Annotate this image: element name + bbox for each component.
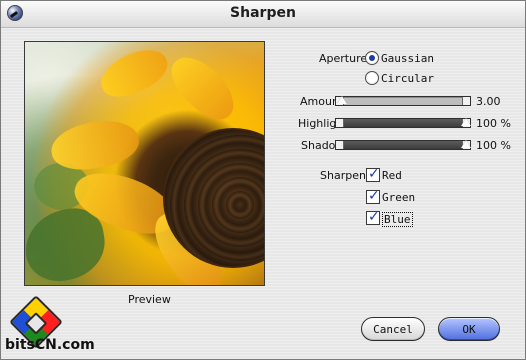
aperture-label: Aperture: bbox=[319, 52, 371, 65]
amount-slider-right-cap bbox=[462, 97, 470, 105]
preview-petal-5 bbox=[161, 46, 245, 130]
preview-image bbox=[24, 41, 265, 286]
preview-label: Preview bbox=[128, 293, 171, 306]
shadow-slider-fill bbox=[336, 141, 470, 149]
shadow-slider-left-cap bbox=[336, 141, 344, 149]
shadow-value: 100 % bbox=[476, 139, 511, 152]
highlight-slider-thumb[interactable] bbox=[460, 117, 470, 129]
shadow-slider[interactable] bbox=[335, 140, 471, 150]
amount-value: 3.00 bbox=[476, 95, 501, 108]
sharpen-blue-label: Blue bbox=[382, 212, 413, 227]
cancel-button[interactable]: Cancel bbox=[361, 317, 425, 341]
aperture-circular-label: Circular bbox=[381, 72, 434, 85]
aperture-gaussian-label: Gaussian bbox=[381, 52, 434, 65]
sharpen-green-label: Green bbox=[382, 191, 416, 204]
sharpen-green-checkbox[interactable] bbox=[366, 188, 380, 204]
window-title: Sharpen bbox=[230, 5, 296, 21]
highlight-slider[interactable] bbox=[335, 118, 471, 128]
preview-petal-2 bbox=[47, 114, 143, 176]
highlight-slider-fill bbox=[336, 119, 470, 127]
amount-slider-thumb[interactable] bbox=[336, 95, 346, 107]
aperture-circular-radio[interactable] bbox=[365, 71, 379, 85]
sharpen-blue-checkbox[interactable] bbox=[366, 209, 380, 225]
aperture-gaussian-radio[interactable] bbox=[365, 51, 379, 65]
shadow-slider-thumb[interactable] bbox=[460, 139, 470, 151]
amount-slider[interactable] bbox=[335, 96, 471, 106]
highlight-value: 100 % bbox=[476, 117, 511, 130]
preview-petal-1 bbox=[94, 42, 174, 106]
sharpen-red-label: Red bbox=[382, 169, 402, 182]
sharpen-dialog-window: Sharpen Preview Aperture: Gaussian Circu… bbox=[0, 0, 526, 360]
ok-button[interactable]: OK bbox=[438, 317, 500, 341]
sharpen-channels-label: Sharpen: bbox=[320, 169, 370, 182]
highlight-slider-left-cap bbox=[336, 119, 344, 127]
watermark-text: bitsCN.com bbox=[5, 337, 95, 353]
sharpen-red-checkbox[interactable] bbox=[366, 166, 380, 182]
titlebar: Sharpen bbox=[1, 1, 525, 28]
